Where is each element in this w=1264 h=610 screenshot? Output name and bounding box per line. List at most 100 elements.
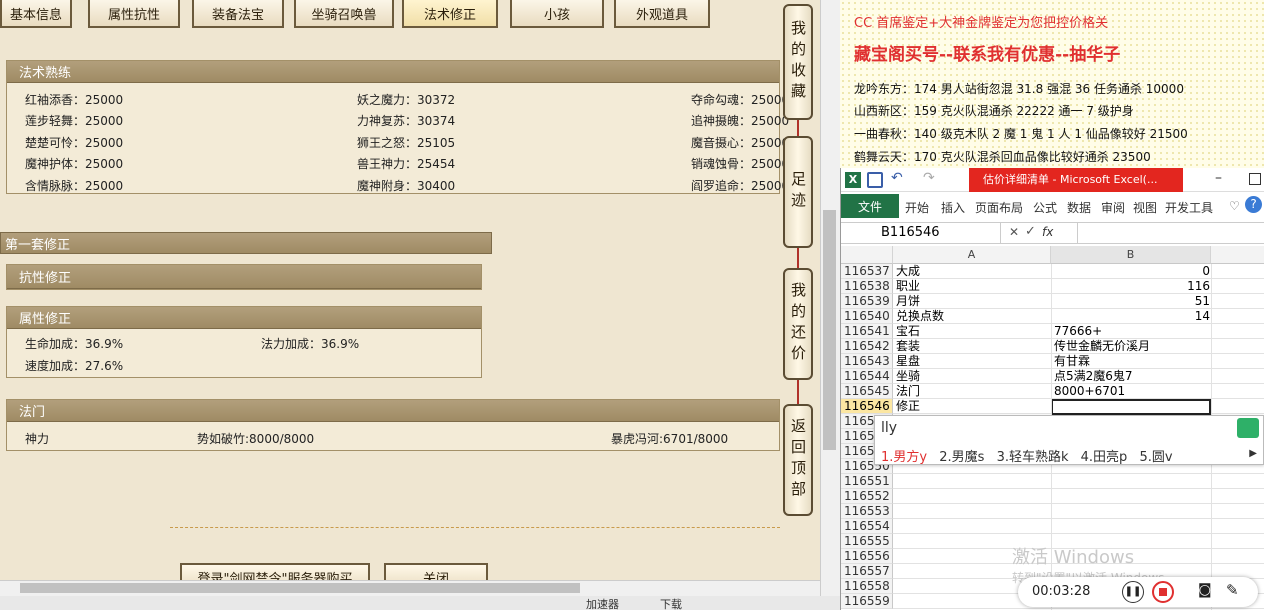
ime-candidate[interactable]: 5.圆v	[1139, 450, 1172, 465]
cell-a[interactable]: 兑换点数	[896, 309, 944, 324]
ime-candidate[interactable]: 3.轻车熟路k	[997, 450, 1069, 465]
text-document: CC 首席鉴定+大神金牌鉴定为您把控价格关 藏宝阁买号--联系我有优惠--抽华子…	[840, 0, 1264, 168]
row-number[interactable]: 116554	[841, 519, 893, 534]
row-number[interactable]: 116542	[841, 339, 893, 354]
cell-b[interactable]: 点5满2魔6鬼7	[1054, 369, 1210, 384]
cell-a[interactable]: 月饼	[896, 294, 920, 309]
tab-appearance[interactable]: 外观道具	[614, 0, 710, 28]
row-number[interactable]: 116559	[841, 594, 893, 609]
footprint-button[interactable]: 足迹	[783, 136, 813, 248]
pen-icon[interactable]: ✎	[1226, 581, 1239, 599]
ribbon-tab-developer[interactable]: 开发工具	[1165, 199, 1213, 216]
cell-a[interactable]: 大成	[896, 264, 920, 279]
ribbon-tab-formula[interactable]: 公式	[1033, 199, 1057, 216]
back-to-top-button[interactable]: 返回顶部	[783, 404, 813, 516]
cell-b[interactable]: 传世金麟无价溪月	[1054, 339, 1210, 354]
correction-set-title: 第一套修正	[0, 232, 492, 254]
cell-b[interactable]: 77666+	[1054, 324, 1210, 339]
column-header-a[interactable]: A	[893, 246, 1051, 264]
cancel-icon[interactable]: ✕	[1009, 225, 1019, 239]
cell-a[interactable]: 坐骑	[896, 369, 920, 384]
cell-a[interactable]: 宝石	[896, 324, 920, 339]
my-counteroffer-button[interactable]: 我的还价	[783, 268, 813, 380]
horizontal-scroll-thumb[interactable]	[20, 583, 580, 593]
pause-icon[interactable]: ❚❚	[1122, 581, 1144, 603]
tab-child[interactable]: 小孩	[510, 0, 604, 28]
column-header-c[interactable]	[1211, 246, 1264, 264]
save-icon[interactable]	[867, 172, 883, 188]
formula-input[interactable]	[1077, 223, 1264, 243]
select-all-corner[interactable]	[841, 246, 893, 264]
ribbon-collapse-icon[interactable]: ♡	[1229, 199, 1240, 213]
minimize-icon[interactable]: –	[1215, 170, 1222, 186]
row-number[interactable]: 116543	[841, 354, 893, 369]
cell-b[interactable]: 8000+6701	[1054, 384, 1210, 399]
row-number[interactable]: 116553	[841, 504, 893, 519]
row-number[interactable]: 116552	[841, 489, 893, 504]
tab-basic-info[interactable]: 基本信息	[0, 0, 72, 28]
ribbon-tab-insert[interactable]: 插入	[941, 199, 965, 216]
help-icon[interactable]: ?	[1245, 196, 1262, 213]
row-number[interactable]: 116555	[841, 534, 893, 549]
my-favorites-button[interactable]: 我的收藏	[783, 4, 813, 120]
cell-a[interactable]: 法门	[896, 384, 920, 399]
dashed-divider	[170, 527, 780, 528]
row-number[interactable]: 116556	[841, 549, 893, 564]
tab-equipment[interactable]: 装备法宝	[192, 0, 284, 28]
ribbon-tab-file[interactable]: 文件	[841, 194, 899, 218]
doc-line: 鹤舞云天：170 克火队混杀回血品像比较好通杀 23500	[854, 150, 1151, 164]
fx-icon[interactable]: fx	[1042, 225, 1053, 239]
camera-icon[interactable]: ◙	[1198, 582, 1212, 598]
ribbon-tab-layout[interactable]: 页面布局	[975, 199, 1023, 216]
name-box[interactable]: B116546	[841, 223, 1001, 243]
cell-b[interactable]: 0	[1054, 264, 1210, 279]
stop-icon[interactable]	[1152, 581, 1174, 603]
cell-a[interactable]: 修正	[896, 399, 920, 414]
row-number[interactable]: 116539	[841, 294, 893, 309]
ribbon-tab-data[interactable]: 数据	[1067, 199, 1091, 216]
row-number[interactable]: 116541	[841, 324, 893, 339]
resist-section-title: 抗性修正	[7, 265, 481, 289]
download-label[interactable]: 下载	[660, 596, 682, 610]
cell-a[interactable]: 职业	[896, 279, 920, 294]
grid-line	[893, 503, 1264, 504]
redo-icon[interactable]: ↷	[923, 170, 935, 186]
ime-candidate[interactable]: 1.男方y	[881, 450, 927, 465]
ime-candidate[interactable]: 4.田亮p	[1081, 450, 1128, 465]
cell-a[interactable]: 套装	[896, 339, 920, 354]
cell-b[interactable]: 14	[1054, 309, 1210, 324]
row-number[interactable]: 116557	[841, 564, 893, 579]
vertical-scroll-thumb[interactable]	[823, 210, 836, 450]
row-number[interactable]: 116538	[841, 279, 893, 294]
tab-attribute-resist[interactable]: 属性抗性	[88, 0, 180, 28]
ime-candidate[interactable]: 2.男魔s	[939, 450, 984, 465]
column-header-b[interactable]: B	[1051, 246, 1211, 264]
ime-logo-icon	[1237, 418, 1259, 438]
cell-a[interactable]: 星盘	[896, 354, 920, 369]
confirm-icon[interactable]: ✓	[1025, 224, 1036, 239]
row-number[interactable]: 116540	[841, 309, 893, 324]
row-number[interactable]: 116546	[841, 399, 893, 414]
row-number[interactable]: 116544	[841, 369, 893, 384]
row-number[interactable]: 116558	[841, 579, 893, 594]
row-number[interactable]: 116545	[841, 384, 893, 399]
undo-icon[interactable]: ↶	[891, 170, 903, 186]
ribbon-tab-home[interactable]: 开始	[905, 199, 929, 216]
attr-cell: 生命加成：36.9%	[25, 337, 124, 351]
row-number[interactable]: 116537	[841, 264, 893, 279]
maximize-icon[interactable]	[1249, 173, 1261, 185]
attr-cell: 法力加成：36.9%	[261, 337, 360, 351]
tab-mount-summon[interactable]: 坐骑召唤兽	[294, 0, 394, 28]
ribbon-tab-review[interactable]: 审阅	[1101, 199, 1125, 216]
cell-b[interactable]: 51	[1054, 294, 1210, 309]
cell-b[interactable]: 有甘霖	[1054, 354, 1210, 369]
row-number[interactable]: 116551	[841, 474, 893, 489]
cell-b[interactable]: 116	[1054, 279, 1210, 294]
next-page-icon[interactable]: ▶	[1249, 448, 1257, 459]
side-btn-label: 我的收藏	[789, 20, 807, 104]
screen: 基本信息 属性抗性 装备法宝 坐骑召唤兽 法术修正 小孩 外观道具 法术熟练 红…	[0, 0, 1264, 610]
accelerator-label[interactable]: 加速器	[586, 596, 619, 610]
tab-spell-correction[interactable]: 法术修正	[402, 0, 498, 28]
ribbon-tab-view[interactable]: 视图	[1133, 199, 1157, 216]
cell-b[interactable]	[1051, 399, 1211, 415]
